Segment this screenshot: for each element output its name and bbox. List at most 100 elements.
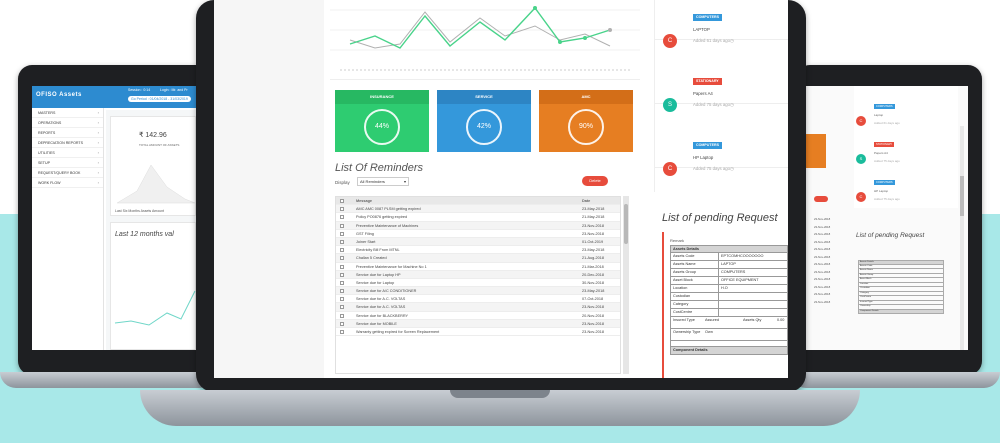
asset-name: HP Laptop	[874, 189, 889, 193]
cell-divider	[718, 269, 719, 276]
row-checkbox[interactable]	[340, 207, 344, 212]
row-checkbox[interactable]	[340, 313, 344, 318]
category-badge: COMPUTERS	[874, 180, 895, 185]
service-label: SERVICE	[437, 90, 531, 104]
scroll-thumb[interactable]	[624, 204, 628, 244]
sidebar-item-label: OPERATIONS	[38, 121, 62, 125]
row-checkbox[interactable]	[340, 223, 344, 228]
row-checkbox[interactable]	[340, 239, 344, 244]
field-value: OFFICE EQUIPMENT	[721, 278, 759, 282]
table-row[interactable]: Service due for A.C. VOLTAS 07-Oct-2018	[336, 295, 620, 304]
pending-table: Assets Details Assets Code EPTCOMHCOOOOOOO…	[670, 245, 788, 355]
sidebar-item[interactable]: WORK FLOW ›	[32, 178, 103, 188]
table-row[interactable]: GST Filing 23-Nov-2018	[336, 230, 620, 238]
field-value: H.O	[721, 286, 728, 290]
clock-icon: ◷	[730, 166, 734, 171]
sidebar-item[interactable]: DEPRECIATION REPORTS ›	[32, 138, 103, 148]
assets-qty-value: 0.00	[777, 318, 785, 322]
row-checkbox[interactable]	[340, 280, 344, 285]
table-row[interactable]: Service due for Laptop 30-Nov-2018	[336, 279, 620, 288]
column-date: Date	[582, 199, 591, 203]
table-row[interactable]: Policy PO0876 getting expired 21-May-2018	[336, 213, 620, 222]
avatar: C	[856, 116, 866, 126]
row-checkbox[interactable]	[340, 272, 344, 277]
row-message: Challan 5 Created	[356, 256, 387, 261]
table-row[interactable]: Warranty getting expired for Screen Repl…	[336, 328, 620, 337]
row-checkbox[interactable]	[340, 330, 344, 334]
feed-item[interactable]: C COMPUTERS LAPTOP Added 61 days ago◷	[655, 0, 788, 48]
row-checkbox[interactable]	[340, 256, 344, 261]
sidebar-item-label: UTILITIES	[38, 151, 55, 155]
table-row[interactable]: AMC AMC 0087 PLSM getting expired 23-May-…	[336, 205, 620, 214]
row-date: 23-Nov-2018	[582, 330, 604, 334]
row-checkbox[interactable]	[340, 215, 344, 220]
sidebar-item-label: REQUEST/QUERY BOOK	[38, 171, 81, 175]
row-checkbox[interactable]	[340, 321, 344, 326]
select-all-checkbox[interactable]	[340, 199, 344, 203]
row-checkbox[interactable]	[340, 305, 344, 310]
sidebar-item[interactable]: OPERATIONS ›	[32, 118, 103, 128]
amc-label: AMC	[539, 90, 633, 104]
sidebar-item[interactable]: UTILITIES ›	[32, 148, 103, 158]
section-label: Component Details	[673, 348, 708, 352]
row-date: 23-May-2018	[582, 207, 605, 212]
sidebar-item[interactable]: MASTERS ›	[32, 108, 103, 118]
table-row[interactable]: Preventive Maintenance of Machines 23-Nov…	[336, 221, 620, 230]
row-message: Warranty getting expired for Screen Repl…	[356, 330, 440, 334]
table-row[interactable]: Service due for A.C. VOLTAS 23-Nov-2018	[336, 303, 620, 312]
reminders-scrollbar[interactable]	[623, 196, 629, 374]
left-laptop-screen: OFISO Assets Session : 0:14 Login : Mr. …	[32, 86, 198, 350]
table-row[interactable]: Service due for BLACKBERRY 20-Nov-2018	[336, 312, 620, 320]
row-date: 23-Nov-2018	[582, 321, 604, 326]
row-message: Preventive Maintenance of Machines	[356, 223, 419, 228]
table-row[interactable]: Service due for MOBILE 23-Nov-2018	[336, 319, 620, 328]
last-six-months-label: Last Six Months Assets Amount	[115, 209, 165, 213]
row-checkbox[interactable]	[340, 248, 344, 253]
pending-field-row: Category	[670, 301, 788, 309]
row-date: 01-Oct-2019	[582, 239, 604, 244]
recent-assets-feed: C COMPUTERS LAPTOP Added 61 days ago◷ S STAT…	[654, 0, 788, 192]
delete-button[interactable]: Delete	[582, 176, 608, 186]
feed-item[interactable]: C COMPUTERS HP Laptop Added 75 days ago◷	[655, 114, 788, 176]
insurance-tile[interactable]: INSURANCE 44%	[335, 90, 429, 152]
table-row[interactable]: Joiner Start 01-Oct-2019	[336, 237, 620, 247]
row-date: 23-Nov-2018	[582, 305, 604, 310]
chevron-right-icon: ›	[97, 130, 99, 135]
insured-value: Assured	[705, 318, 719, 322]
right-scroll-thumb[interactable]	[960, 176, 964, 216]
date-item: 23-Nov-2018	[814, 254, 831, 259]
sidebar-item[interactable]: REQUEST/QUERY BOOK ›	[32, 168, 103, 178]
service-tile[interactable]: SERVICE 42%	[437, 90, 531, 152]
section-component-details: Component Details	[670, 347, 788, 355]
table-row[interactable]: Challan 5 Created 21-Aug-2018	[336, 254, 620, 263]
row-date: 21-Mar-2018	[582, 264, 604, 269]
row-message: AMC AMC 0087 PLSM getting expired	[356, 207, 421, 212]
delete-button-partial[interactable]	[814, 196, 828, 202]
table-row[interactable]: Service due for Laptop HP 20-Dec-2018	[336, 270, 620, 279]
category-badge: COMPUTERS	[693, 14, 722, 21]
line-chart-svg	[330, 6, 640, 71]
row-date: 21-May-2018	[582, 215, 605, 220]
pending-field-row: Assets Group COMPUTERS	[670, 269, 788, 277]
sidebar-item[interactable]: SETUP ›	[32, 158, 103, 168]
table-row[interactable]: Electricity Bill From MTNL 23-May-2018	[336, 246, 620, 255]
app-header: OFISO Assets Session : 0:14 Login : Mr. …	[32, 86, 198, 108]
row-checkbox[interactable]	[340, 231, 344, 236]
right-laptop-base	[790, 372, 1000, 388]
row-checkbox[interactable]	[340, 297, 344, 302]
service-percent: 42%	[466, 109, 502, 145]
row-checkbox[interactable]	[340, 264, 344, 269]
row-checkbox[interactable]	[340, 289, 344, 294]
sidebar-item[interactable]: REPORTS ›	[32, 128, 103, 138]
right-scrollbar[interactable]	[960, 126, 964, 350]
feed-item[interactable]: S STATIONARY Papers A4 Added 75 days ago◷	[655, 50, 788, 112]
table-row[interactable]: Service due for A/C CONDITIONER 23-May-20…	[336, 287, 620, 296]
row-message: Service due for A.C. VOLTAS	[356, 305, 406, 310]
table-row[interactable]: Preventive Maintenance for Machine No 1 2…	[336, 263, 620, 271]
asset-name: Papers A4	[693, 91, 713, 96]
display-select[interactable]: All Reminders ▾	[357, 177, 409, 186]
field-key: Assets Name	[673, 262, 696, 266]
field-key: Assets Group	[673, 270, 697, 274]
amc-tile[interactable]: AMC 90%	[539, 90, 633, 152]
field-key: Location	[673, 286, 688, 290]
